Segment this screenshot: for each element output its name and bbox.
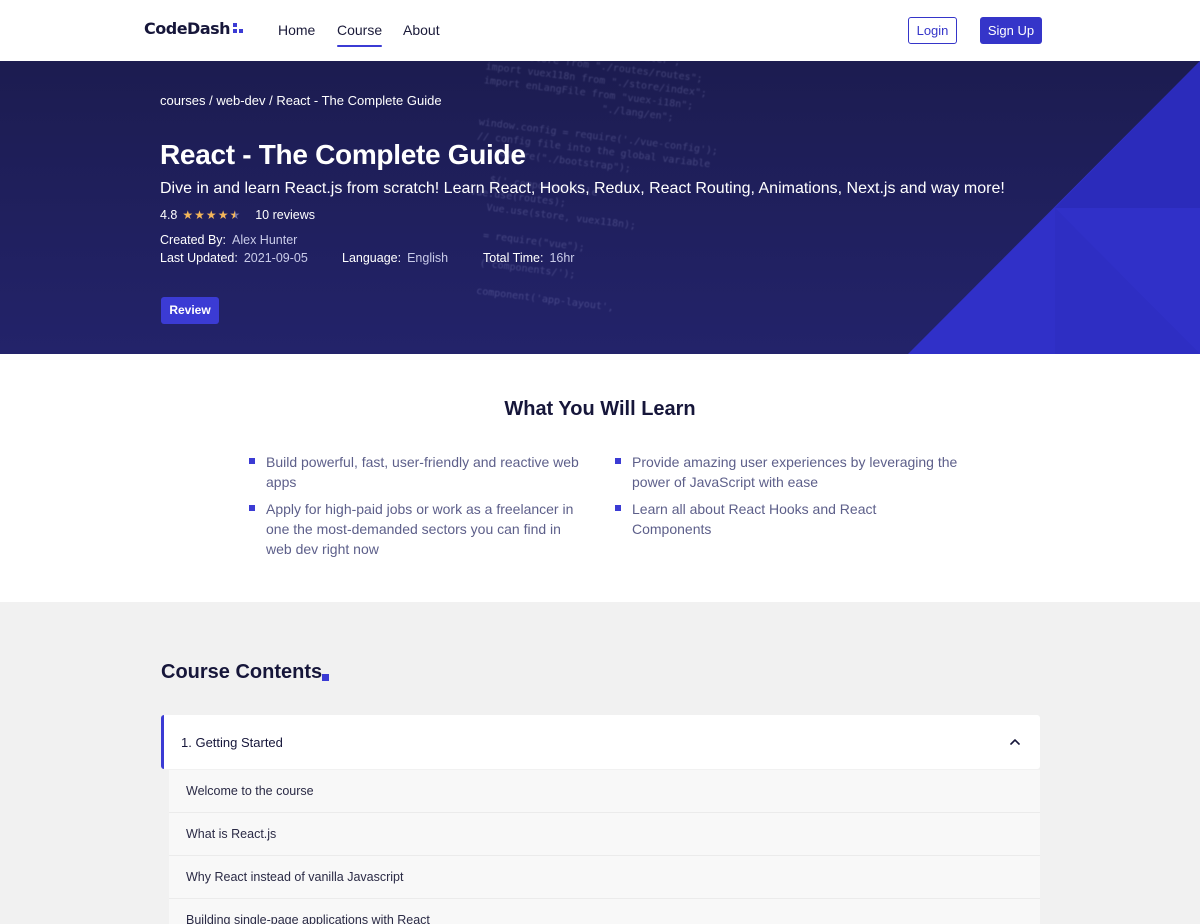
course-title: React - The Complete Guide [160, 139, 526, 170]
lesson-item[interactable]: What is React.js [169, 813, 1040, 856]
lesson-item[interactable]: Building single-page applications with R… [169, 899, 1040, 924]
learn-item: Provide amazing user experiences by leve… [615, 452, 960, 492]
chevron-up-icon[interactable] [1008, 735, 1022, 749]
half-star-icon: ★ [229, 208, 241, 222]
course-contents-title: Course Contents [161, 661, 323, 683]
navbar: CodeDash Home Course About Login Sign Up [0, 0, 1200, 61]
language-label: Language: [342, 251, 402, 265]
title-square-icon [322, 674, 329, 681]
reviews-count: 10 reviews [255, 208, 315, 222]
rating-stars: ★ ★ ★ ★ ★ [182, 209, 240, 221]
lesson-item[interactable]: Why React instead of vanilla Javascript [169, 856, 1040, 899]
lesson-item[interactable]: Welcome to the course [169, 770, 1040, 813]
language-value: English [407, 251, 449, 265]
lesson-title: What is React.js [186, 827, 277, 841]
breadcrumb[interactable]: courses / web-dev / React - The Complete… [160, 93, 442, 108]
star-icon: ★ [182, 208, 194, 222]
logo-dots-icon [233, 23, 245, 35]
login-button[interactable]: Login [908, 17, 957, 44]
star-icon: ★ [205, 208, 217, 222]
course-subtitle: Dive in and learn React.js from scratch!… [160, 180, 1005, 197]
lesson-title: Welcome to the course [186, 784, 314, 798]
signup-button[interactable]: Sign Up [980, 17, 1042, 44]
rating-value: 4.8 [160, 208, 178, 222]
logo[interactable]: CodeDash [144, 19, 245, 38]
learn-title: What You Will Learn [504, 398, 696, 420]
star-icon: ★ [217, 208, 229, 222]
last-updated-label: Last Updated: [160, 251, 238, 265]
last-updated: Last Updated: 2021-09-05 [160, 251, 308, 265]
learn-item: Build powerful, fast, user-friendly and … [249, 452, 584, 492]
brand-name: CodeDash [144, 19, 231, 38]
section-accordion-header[interactable]: 1. Getting Started [161, 715, 1040, 769]
last-updated-value: 2021-09-05 [243, 251, 308, 265]
review-button[interactable]: Review [161, 297, 219, 324]
lesson-title: Building single-page applications with R… [186, 913, 430, 924]
star-icon: ★ [194, 208, 205, 222]
total-time-value: 16hr [549, 251, 575, 265]
created-by: Created By: Alex Hunter [160, 233, 297, 247]
rating-row: 4.8 ★ ★ ★ ★ ★ 10 reviews [160, 208, 315, 222]
nav-link-about[interactable]: About [403, 22, 440, 38]
total-time-label: Total Time: [483, 251, 544, 265]
learn-item: Learn all about React Hooks and React Co… [615, 499, 915, 539]
nav-link-course[interactable]: Course [337, 22, 383, 47]
total-time: Total Time: 16hr [483, 251, 574, 265]
nav-link-home[interactable]: Home [278, 22, 315, 38]
course-hero: import routes from "vue-router"; import … [0, 61, 1200, 354]
section-title: 1. Getting Started [181, 735, 283, 750]
language: Language: English [342, 251, 448, 265]
created-by-value: Alex Hunter [232, 233, 298, 247]
created-by-label: Created By: [160, 233, 227, 247]
lesson-title: Why React instead of vanilla Javascript [186, 870, 404, 884]
learn-item: Apply for high-paid jobs or work as a fr… [249, 499, 589, 559]
learn-section: What You Will Learn Build powerful, fast… [0, 354, 1200, 602]
